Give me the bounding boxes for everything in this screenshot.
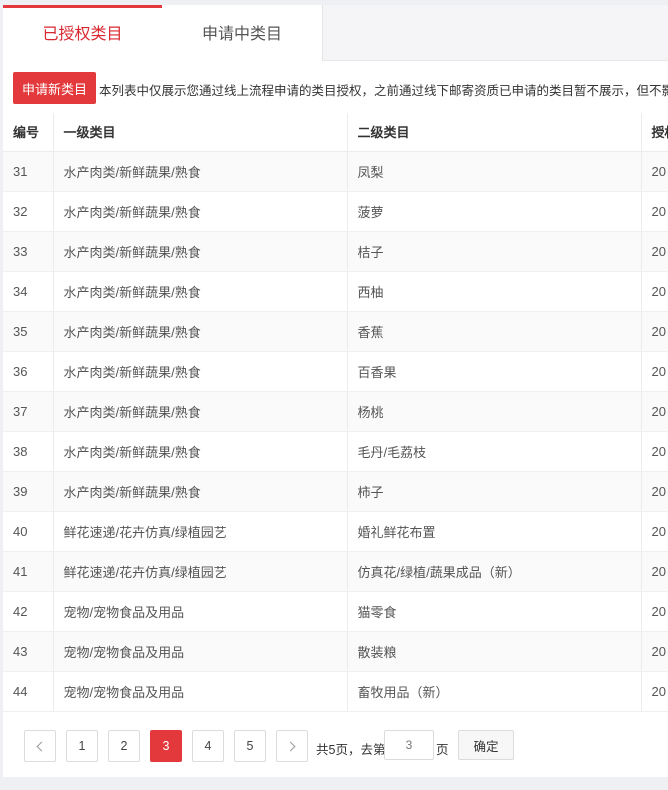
cell-level2: 毛丹/毛荔枝 — [347, 431, 642, 472]
table-row: 37 水产肉类/新鲜蔬果/熟食 杨桃 20 — [3, 391, 668, 432]
header-id: 编号 — [3, 113, 54, 152]
goto-page-input[interactable] — [384, 730, 434, 760]
table-row: 42 宠物/宠物食品及用品 猫零食 20 — [3, 591, 668, 632]
chevron-left-icon — [36, 741, 47, 752]
cell-level2: 仿真花/绿植/蔬果成品（新） — [347, 551, 642, 592]
cell-auth: 20 — [641, 511, 668, 552]
cell-level2: 凤梨 — [347, 151, 642, 192]
category-table: 编号 一级类目 二级类目 授权 31水产肉类/新鲜蔬果/熟食凤梨2032水产肉类… — [3, 113, 668, 712]
cell-level2: 香蕉 — [347, 311, 642, 352]
table-row: 41 鲜花速递/花卉仿真/绿植园艺 仿真花/绿植/蔬果成品（新） 20 — [3, 551, 668, 592]
apply-new-category-button[interactable]: 申请新类目 — [13, 72, 96, 104]
confirm-goto-button[interactable]: 确定 — [458, 730, 514, 760]
cell-auth: 20 — [641, 311, 668, 352]
cell-auth: 20 — [641, 431, 668, 472]
cell-id: 40 — [3, 511, 54, 552]
cell-level2: 杨桃 — [347, 391, 642, 432]
prev-page-button[interactable] — [24, 730, 56, 762]
cell-auth: 20 — [641, 391, 668, 432]
cell-level1: 宠物/宠物食品及用品 — [53, 631, 348, 672]
header-level2: 二级类目 — [347, 113, 642, 152]
page-suffix-text: 页 — [436, 743, 449, 757]
page-button-2[interactable]: 2 — [108, 730, 140, 762]
cell-id: 35 — [3, 311, 54, 352]
chevron-right-icon — [285, 741, 296, 752]
cell-level1: 水产肉类/新鲜蔬果/熟食 — [53, 151, 348, 192]
table-row: 43 宠物/宠物食品及用品 散装粮 20 — [3, 631, 668, 672]
cell-level1: 宠物/宠物食品及用品 — [53, 591, 348, 632]
tab-authorized[interactable]: 已授权类目 — [3, 5, 162, 62]
table-row: 38 水产肉类/新鲜蔬果/熟食 毛丹/毛荔枝 20 — [3, 431, 668, 472]
cell-id: 44 — [3, 671, 54, 712]
cell-id: 38 — [3, 431, 54, 472]
cell-auth: 20 — [641, 191, 668, 232]
table-header-row: 编号 一级类目 二级类目 授权 — [3, 113, 668, 152]
cell-auth: 20 — [641, 591, 668, 632]
header-auth: 授权 — [641, 113, 668, 152]
cell-auth: 20 — [641, 271, 668, 312]
cell-auth: 20 — [641, 631, 668, 672]
cell-auth: 20 — [641, 351, 668, 392]
cell-level1: 鲜花速递/花卉仿真/绿植园艺 — [53, 511, 348, 552]
table-row: 31 水产肉类/新鲜蔬果/熟食 凤梨 20 — [3, 151, 668, 192]
cell-level1: 水产肉类/新鲜蔬果/熟食 — [53, 271, 348, 312]
cell-id: 39 — [3, 471, 54, 512]
table-row: 33 水产肉类/新鲜蔬果/熟食 桔子 20 — [3, 231, 668, 272]
header-level1: 一级类目 — [53, 113, 348, 152]
cell-level2: 畜牧用品（新） — [347, 671, 642, 712]
cell-id: 42 — [3, 591, 54, 632]
notice-text: 本列表中仅展示您通过线上流程申请的类目授权，之前通过线下邮寄资质已申请的类目暂不… — [99, 84, 668, 98]
cell-level1: 水产肉类/新鲜蔬果/熟食 — [53, 391, 348, 432]
cell-level2: 散装粮 — [347, 631, 642, 672]
table-row: 39 水产肉类/新鲜蔬果/熟食 柿子 20 — [3, 471, 668, 512]
total-pages-text: 共5页，去第 — [316, 743, 386, 757]
cell-level2: 猫零食 — [347, 591, 642, 632]
cell-auth: 20 — [641, 551, 668, 592]
cell-level2: 桔子 — [347, 231, 642, 272]
cell-id: 33 — [3, 231, 54, 272]
cell-level2: 西柚 — [347, 271, 642, 312]
cell-level1: 水产肉类/新鲜蔬果/熟食 — [53, 351, 348, 392]
cell-level1: 水产肉类/新鲜蔬果/熟食 — [53, 431, 348, 472]
pagination: 1 2 3 4 5 共5页，去第 页 确定 — [3, 717, 668, 777]
cell-auth: 20 — [641, 151, 668, 192]
cell-auth: 20 — [641, 231, 668, 272]
notice-bar: 申请新类目 本列表中仅展示您通过线上流程申请的类目授权，之前通过线下邮寄资质已申… — [3, 61, 668, 113]
cell-id: 43 — [3, 631, 54, 672]
page-button-3[interactable]: 3 — [150, 730, 182, 762]
table-row: 34 水产肉类/新鲜蔬果/熟食 西柚 20 — [3, 271, 668, 312]
cell-level2: 百香果 — [347, 351, 642, 392]
table-row: 35 水产肉类/新鲜蔬果/熟食 香蕉 20 — [3, 311, 668, 352]
cell-level1: 水产肉类/新鲜蔬果/熟食 — [53, 231, 348, 272]
category-panel: 已授权类目 申请中类目 申请新类目 本列表中仅展示您通过线上流程申请的类目授权，… — [3, 5, 668, 777]
page-button-4[interactable]: 4 — [192, 730, 224, 762]
cell-id: 34 — [3, 271, 54, 312]
page-button-1[interactable]: 1 — [66, 730, 98, 762]
tab-pending[interactable]: 申请中类目 — [162, 5, 323, 61]
cell-level1: 水产肉类/新鲜蔬果/熟食 — [53, 191, 348, 232]
cell-id: 37 — [3, 391, 54, 432]
table-row: 40 鲜花速递/花卉仿真/绿植园艺 婚礼鲜花布置 20 — [3, 511, 668, 552]
cell-id: 36 — [3, 351, 54, 392]
cell-id: 32 — [3, 191, 54, 232]
cell-id: 31 — [3, 151, 54, 192]
cell-level2: 婚礼鲜花布置 — [347, 511, 642, 552]
table-row: 44 宠物/宠物食品及用品 畜牧用品（新） 20 — [3, 671, 668, 712]
cell-auth: 20 — [641, 471, 668, 512]
cell-level1: 鲜花速递/花卉仿真/绿植园艺 — [53, 551, 348, 592]
cell-level2: 柿子 — [347, 471, 642, 512]
page-button-5[interactable]: 5 — [234, 730, 266, 762]
table-row: 36 水产肉类/新鲜蔬果/熟食 百香果 20 — [3, 351, 668, 392]
table-row: 32 水产肉类/新鲜蔬果/熟食 菠萝 20 — [3, 191, 668, 232]
cell-level1: 水产肉类/新鲜蔬果/熟食 — [53, 471, 348, 512]
cell-level2: 菠萝 — [347, 191, 642, 232]
tab-bar: 已授权类目 申请中类目 — [3, 5, 668, 62]
cell-id: 41 — [3, 551, 54, 592]
cell-level1: 宠物/宠物食品及用品 — [53, 671, 348, 712]
next-page-button[interactable] — [276, 730, 308, 762]
cell-auth: 20 — [641, 671, 668, 712]
cell-level1: 水产肉类/新鲜蔬果/熟食 — [53, 311, 348, 352]
